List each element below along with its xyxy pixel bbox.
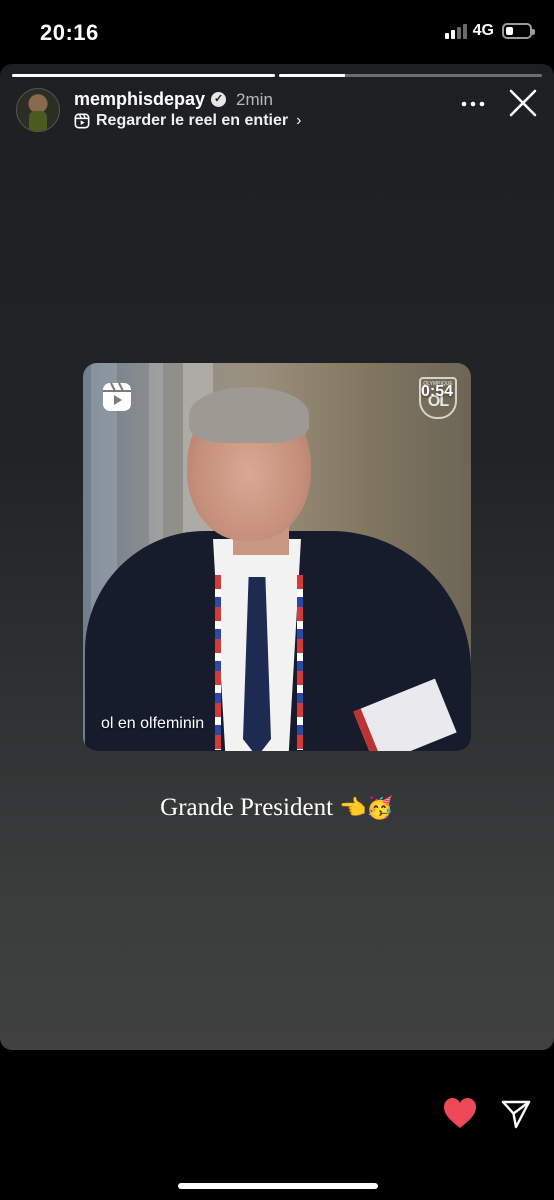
- share-button[interactable]: [500, 1098, 532, 1130]
- reel-caption: ol en olfeminin: [101, 715, 205, 732]
- person-hair: [189, 387, 309, 443]
- story-caption-text: Grande President: [160, 794, 334, 821]
- verified-badge-icon: ✓: [211, 92, 227, 107]
- reel-preview[interactable]: OLYMPIQUE OL 0:54 ol en olfeminin: [83, 363, 471, 751]
- chevron-right-icon: ›: [296, 112, 302, 129]
- status-time: 20:16: [40, 20, 99, 45]
- story-caption-emoji: 👈🥳: [339, 796, 394, 821]
- reel-icon: [74, 113, 90, 129]
- close-button[interactable]: [508, 88, 538, 118]
- more-horizontal-icon: [461, 101, 485, 107]
- story-progress-segment: [12, 74, 275, 77]
- username[interactable]: memphisdepay: [74, 89, 205, 110]
- lanyard: [297, 575, 303, 750]
- story-progress-segment: [279, 74, 542, 77]
- send-icon: [501, 1100, 531, 1129]
- story-progress-fill: [279, 74, 345, 77]
- home-indicator[interactable]: [178, 1183, 378, 1189]
- screen: 20:16 4G memphisdepay ✓ 2min Regarder le…: [0, 0, 554, 1200]
- watch-full-reel-link[interactable]: Regarder le reel en entier ›: [74, 112, 301, 130]
- close-icon: [509, 89, 537, 117]
- battery-icon: [502, 23, 535, 39]
- watch-full-reel-label: Regarder le reel en entier: [96, 112, 289, 129]
- lanyard: [215, 575, 221, 750]
- heart-icon: [444, 1098, 476, 1128]
- reel-duration: 0:54: [420, 383, 453, 400]
- like-button[interactable]: [442, 1096, 478, 1130]
- story-viewer[interactable]: memphisdepay ✓ 2min Regarder le reel en …: [0, 64, 554, 1050]
- status-indicators: 4G: [444, 22, 535, 40]
- network-type: 4G: [472, 22, 494, 39]
- story-user-row: memphisdepay ✓ 2min: [74, 89, 273, 110]
- story-caption: Grande President 👈🥳: [0, 794, 554, 822]
- story-progress-bar: [12, 74, 542, 77]
- battery-level: [506, 27, 513, 35]
- story-header: memphisdepay ✓ 2min Regarder le reel en …: [16, 88, 538, 134]
- reel-icon: [103, 382, 131, 411]
- status-bar: 20:16 4G: [0, 0, 554, 64]
- more-options-button[interactable]: [460, 94, 486, 117]
- story-progress-fill: [12, 74, 275, 77]
- cellular-signal-icon: [444, 23, 467, 39]
- story-time-ago: 2min: [236, 89, 273, 109]
- avatar[interactable]: [16, 88, 60, 132]
